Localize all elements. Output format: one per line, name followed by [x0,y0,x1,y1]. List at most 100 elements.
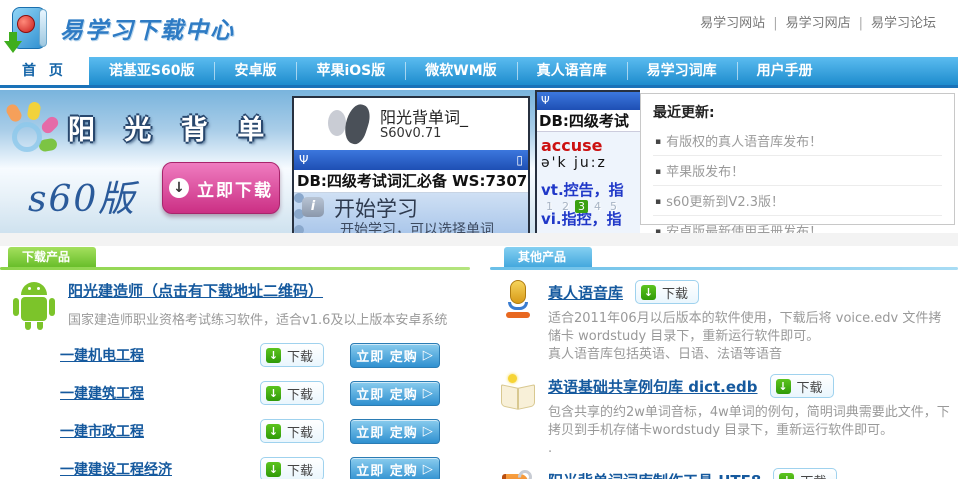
download-button[interactable]: ↓下载 [773,468,837,479]
download-button[interactable]: ↓下载 [260,381,324,405]
download-arrow-icon: ↓ [266,348,281,363]
phone2-word: accuse [541,138,640,153]
update-item[interactable]: ▪苹果版发布！ [653,156,942,186]
sun-logo-icon [6,104,62,160]
nav-nokia-s60[interactable]: 诺基亚S60版 [89,57,215,85]
nav-ios[interactable]: 苹果iOS版 [296,57,405,85]
phone2-db-line: DB:四级考试 [537,110,640,132]
product-example-db: 英语基础共享例句库 dict.edb ↓下载 包含共享的约2w单词音标，4w单词… [500,374,958,458]
android-icon [12,282,56,330]
download-button[interactable]: ↓下载 [260,419,324,443]
voice-library-link[interactable]: 真人语音库 [548,282,623,303]
page-number: 4 [591,200,604,213]
phone2-statusbar: Ψ [537,92,640,110]
nav-manual[interactable]: 用户手册 [737,57,833,85]
other-products-section: 其他产品 真人语音库 ↓下载 适合2011年06月以后版本的软件使用，下载后将 … [490,246,958,479]
nav-voice-lib[interactable]: 真人语音库 [517,57,627,85]
other-products-tab: 其他产品 [504,247,592,267]
download-arrow-icon: ↓ [266,424,281,439]
top-link-separator: | [859,16,863,31]
page-number-active: 3 [575,200,588,213]
top-link-website[interactable]: 易学习网站 [700,16,765,31]
section-underline [0,267,470,270]
download-arrow-icon: ↓ [776,379,791,394]
nav-dict-lib[interactable]: 易学习词库 [627,57,737,85]
phone-screenshot-2: Ψ DB:四级考试 accuse ə'k ju:z vt.控告，指 vi.指控，… [535,90,640,233]
example-db-desc: 包含共享的约2w单词音标，4w单词的例句，简明词典需要此文件，下 拷贝到手机存储… [548,404,958,458]
example-db-link[interactable]: 英语基础共享例句库 dict.edb [548,376,758,397]
top-link-forum[interactable]: 易学习论坛 [871,16,936,31]
antenna-icon: Ψ [541,94,550,107]
page-number: 1 [543,200,556,213]
chevron-right-icon: ▷ [423,348,434,363]
phone1-menu-subtitle: 开始学习，可以选择单词 [340,219,494,233]
dict-tool-link[interactable]: 阳光背单词词库制作工具 UTF8 [548,470,761,479]
phone1-version: S60v0.71 [380,126,441,141]
builder-product-desc: 国家建造师职业资格考试练习软件，适合v1.6及以上版本安卓系统 [68,309,470,328]
book-wrench-icon: w [500,468,538,479]
logo[interactable]: 易学习下载中心 [6,5,235,51]
course-link-mechanical[interactable]: 一建机电工程 [60,345,260,365]
nav-wm[interactable]: 微软WM版 [405,57,516,85]
download-button[interactable]: ↓下载 [635,280,699,304]
download-arrow-icon: ↓ [266,462,281,477]
site-title: 易学习下载中心 [60,11,235,45]
nav-android[interactable]: 安卓版 [214,57,296,85]
banner-download-button[interactable]: ↓ 立即下载 [162,162,280,214]
product-voice-library: 真人语音库 ↓下载 适合2011年06月以后版本的软件使用，下载后将 voice… [500,280,958,364]
download-products-tab: 下载产品 [8,247,96,267]
app-logo-icon [328,110,346,136]
page-number: 5 [607,200,620,213]
order-now-button[interactable]: 立即 定购▷ [350,457,440,479]
page-number: 2 [559,200,572,213]
recent-updates-panel: 最近更新: ▪有版权的真人语音库发布！ ▪苹果版发布！ ▪s60更新到V2.3版… [640,93,955,225]
order-now-button[interactable]: 立即 定购▷ [350,381,440,406]
chevron-right-icon: ▷ [423,462,434,477]
nav-home[interactable]: 首 页 [0,57,89,85]
download-button[interactable]: ↓下载 [260,457,324,479]
download-products-section: 下载产品 阳光建造师（点击有下载地址二维码） 国家建造师职业资格考试练习软件，适… [0,246,470,479]
backpack-download-icon [6,5,50,51]
phone1-menu: i 开始学习 开始学习，可以选择单词 [294,193,528,233]
section-underline [490,267,958,270]
open-book-icon [500,374,538,414]
bullet-icon: ▪ [655,197,661,207]
download-arrow-icon: ↓ [779,473,794,479]
phone2-pagination: 1 2 3 4 5 [543,200,620,213]
info-icon: i [302,197,324,217]
main-nav: 首 页 诺基亚S60版 安卓版 苹果iOS版 微软WM版 真人语音库 易学习词库… [0,57,958,88]
banner[interactable]: 阳 光 背 单 词 s60版 ↓ 立即下载 [2,90,290,233]
download-button[interactable]: ↓下载 [770,374,834,398]
course-link-construction[interactable]: 一建建筑工程 [60,383,260,403]
download-arrow-icon: ↓ [641,285,656,300]
update-item[interactable]: ▪s60更新到V2.3版！ [653,186,942,216]
top-link-separator: | [773,16,777,31]
course-link-municipal[interactable]: 一建市政工程 [60,421,260,441]
header: 易学习下载中心 易学习网站 | 易学习网店 | 易学习论坛 [0,0,958,57]
battery-icon: ▯ [516,153,523,167]
recent-updates-title: 最近更新: [653,102,942,122]
download-button[interactable]: ↓下载 [260,343,324,367]
course-link-economics[interactable]: 一建建设工程经济 [60,459,260,479]
phone2-phonetic: ə'k ju:z [541,155,640,171]
order-now-button[interactable]: 立即 定购▷ [350,343,440,368]
download-arrow-icon: ↓ [266,386,281,401]
page: 易学习下载中心 易学习网站 | 易学习网店 | 易学习论坛 首 页 诺基亚S60版 安卓… [0,0,958,479]
antenna-icon: Ψ [299,153,308,167]
voice-library-desc: 适合2011年06月以后版本的软件使用，下载后将 voice.edv 文件拷 储… [548,310,958,364]
bullet-icon: ▪ [655,137,661,147]
download-row: 一建机电工程 ↓下载 立即 定购▷ [0,340,470,370]
banner-row: 阳 光 背 单 词 s60版 ↓ 立即下载 阳光背单词_ S60v0.71 Ψ … [0,90,958,233]
divider-strip [0,233,958,246]
top-link-shop[interactable]: 易学习网店 [786,16,851,31]
update-item[interactable]: ▪有版权的真人语音库发布！ [653,126,942,156]
top-links: 易学习网站 | 易学习网店 | 易学习论坛 [692,12,944,31]
phone2-definition-1: vt.控告，指 [541,179,640,200]
download-arrow-icon: ↓ [169,178,189,198]
chevron-right-icon: ▷ [423,424,434,439]
builder-product-link[interactable]: 阳光建造师（点击有下载地址二维码） [68,282,323,300]
product-dict-tool: w 阳光背单词词库制作工具 UTF8 ↓下载 [500,468,958,479]
download-row: 一建市政工程 ↓下载 立即 定购▷ [0,416,470,446]
phone-screenshot-1: 阳光背单词_ S60v0.71 Ψ ▯ DB:四级考试词汇必备 WS:7307 … [292,96,530,233]
order-now-button[interactable]: 立即 定购▷ [350,419,440,444]
